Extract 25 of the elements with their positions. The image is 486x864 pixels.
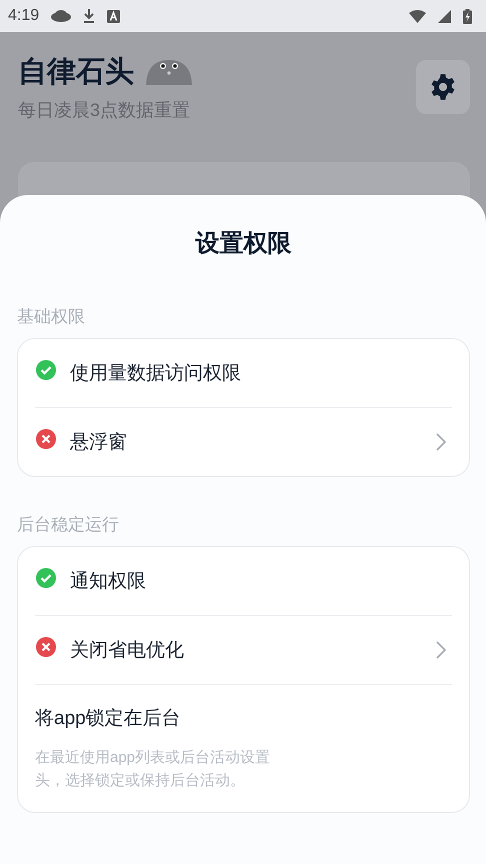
blob-mascot-icon bbox=[144, 57, 194, 87]
signal-icon bbox=[438, 10, 451, 22]
keyboard-badge-icon bbox=[107, 10, 120, 22]
section-label: 基础权限 bbox=[17, 306, 86, 328]
section-label: 后台稳定运行 bbox=[17, 514, 120, 536]
download-icon bbox=[83, 9, 96, 23]
cloud-icon bbox=[51, 10, 72, 22]
permission-label: 悬浮窗 bbox=[70, 431, 128, 455]
status-time: 4:19 bbox=[8, 7, 40, 25]
permission-row[interactable]: 通知权限 bbox=[35, 547, 452, 615]
app-subtitle: 每日凌晨3点数据重置 bbox=[18, 99, 192, 122]
permission-label: 关闭省电优化 bbox=[70, 639, 185, 663]
permission-row[interactable]: 悬浮窗 bbox=[35, 407, 452, 476]
settings-button[interactable] bbox=[416, 60, 470, 114]
info-description: 在最近使用app列表或后台活动设置 头，选择锁定或保持后台活动。 bbox=[35, 748, 272, 790]
app-title: 自律石头 bbox=[18, 55, 134, 90]
permission-row[interactable]: 关闭省电优化 bbox=[35, 615, 452, 684]
settings-icon bbox=[429, 73, 457, 101]
permission-row[interactable]: 使用量数据访问权限 bbox=[35, 339, 452, 407]
battery-icon bbox=[463, 8, 472, 24]
permission-label: 通知权限 bbox=[70, 570, 147, 594]
wifi-icon bbox=[409, 10, 426, 22]
sheet-title: 设置权限 bbox=[194, 229, 292, 259]
permission-label: 使用量数据访问权限 bbox=[70, 362, 242, 386]
info-title: 将app锁定在后台 bbox=[35, 707, 182, 731]
